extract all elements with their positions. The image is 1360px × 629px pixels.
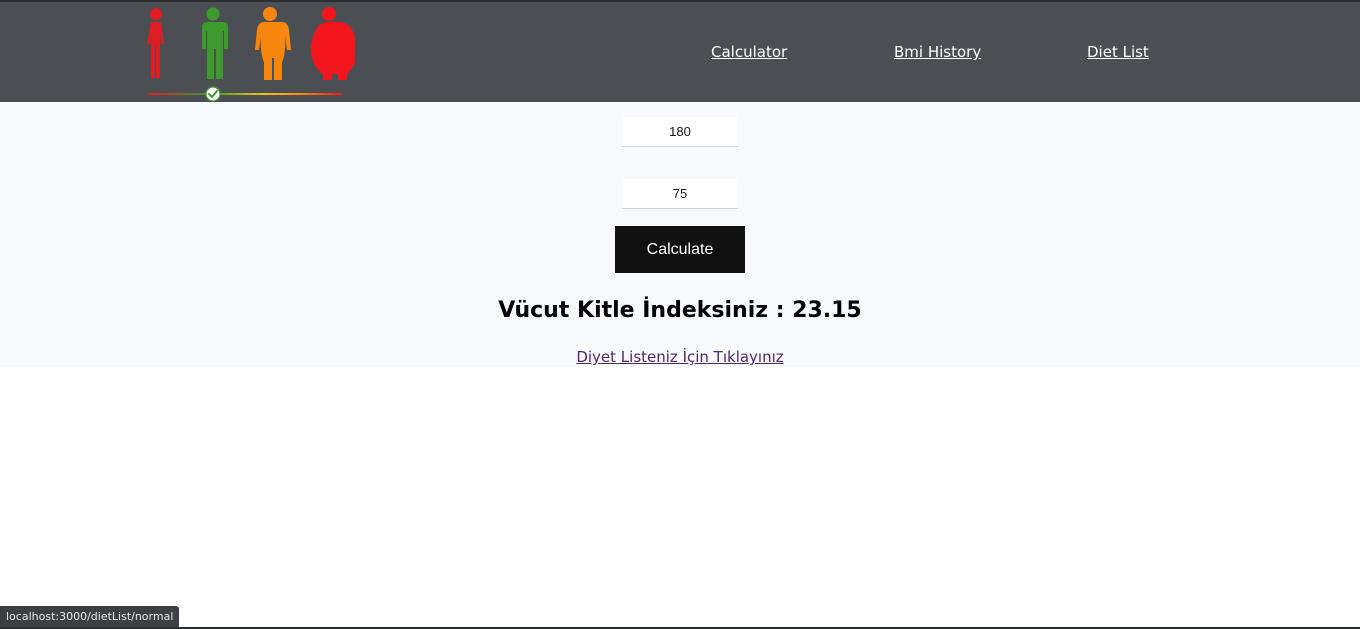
calculate-button[interactable]: Calculate: [615, 226, 745, 273]
underweight-figure-icon: [147, 8, 164, 78]
page: Calculator Bmi History Diet List Calcula…: [0, 0, 1360, 629]
navbar: Calculator Bmi History Diet List: [0, 2, 1360, 102]
overweight-figure-icon: [255, 7, 291, 80]
nav-link-bmi-history[interactable]: Bmi History: [894, 43, 981, 61]
nav-link-diet-list[interactable]: Diet List: [1087, 43, 1149, 61]
check-icon: [205, 86, 221, 102]
status-bar-url: localhost:3000/dietList/normal: [0, 606, 180, 628]
obese-figure-icon: [311, 7, 357, 80]
calculator-panel: Calculate Vücut Kitle İndeksiniz : 23.15…: [0, 102, 1360, 367]
normal-figure-icon: [202, 7, 228, 79]
nav-link-calculator[interactable]: Calculator: [711, 43, 787, 61]
bmi-logo-icon[interactable]: [143, 6, 357, 102]
diet-list-link[interactable]: Diyet Listeniz İçin Tıklayınız: [576, 348, 783, 366]
diet-link-container: Diyet Listeniz İçin Tıklayınız: [0, 348, 1360, 367]
weight-input[interactable]: [622, 179, 738, 209]
bmi-scale-line: [148, 93, 342, 95]
bmi-result-text: Vücut Kitle İndeksiniz : 23.15: [498, 298, 862, 323]
height-input[interactable]: [622, 117, 738, 147]
